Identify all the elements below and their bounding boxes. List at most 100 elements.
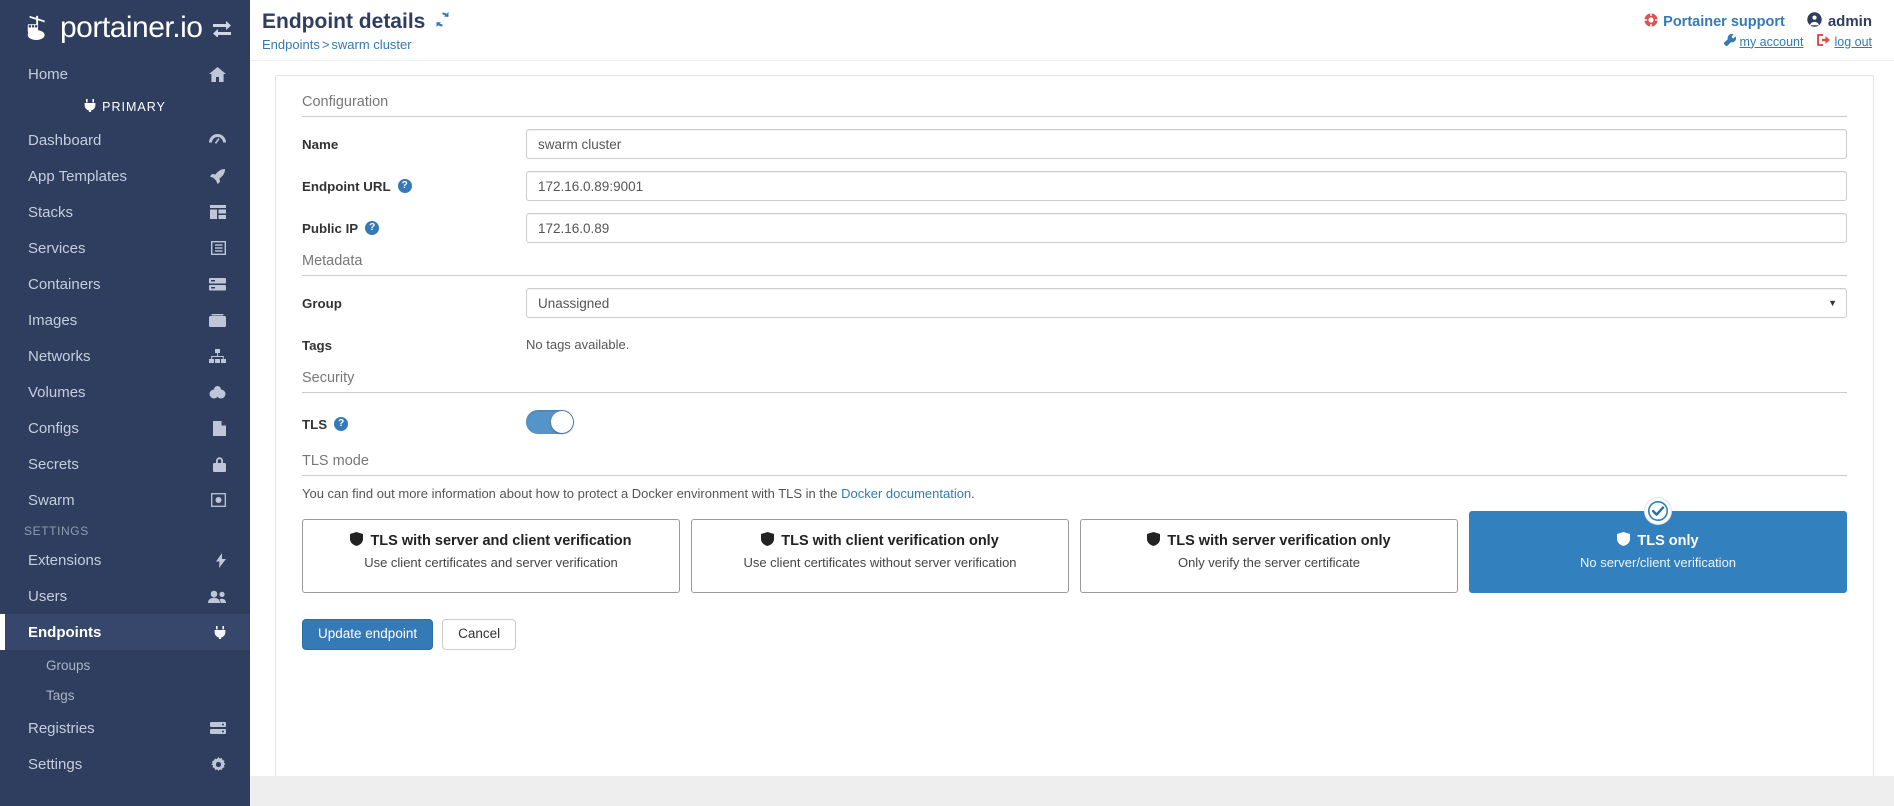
sidebar-item-containers[interactable]: Containers	[0, 266, 250, 302]
sidebar-item-tags[interactable]: Tags	[0, 680, 250, 710]
tls-toggle[interactable]	[526, 409, 574, 434]
footer-strip	[250, 776, 1894, 806]
tls-mode-options: TLS with server and client verification …	[302, 498, 1847, 594]
header-bottom-links: my account log out	[1644, 33, 1872, 49]
group-select[interactable]: Unassigned	[526, 288, 1847, 319]
field-public-ip: Public IP ?	[302, 211, 1847, 245]
sidebar-item-label: Images	[28, 311, 78, 329]
sidebar-item-groups[interactable]: Groups	[0, 650, 250, 680]
public-ip-label: Public IP ?	[302, 221, 526, 236]
tls-option-server-only[interactable]: TLS with server verification only Only v…	[1080, 519, 1458, 594]
containers-icon	[204, 277, 226, 291]
sidebar-item-images[interactable]: Images	[0, 302, 250, 338]
tls-label-text: TLS	[302, 416, 328, 432]
sidebar-item-label: Swarm	[28, 491, 75, 509]
name-input[interactable]	[526, 129, 1847, 160]
tls-control	[526, 409, 1847, 439]
sidebar-item-label: Configs	[28, 419, 79, 437]
check-circle-icon	[1645, 498, 1671, 525]
endpoint-url-control	[526, 171, 1847, 202]
sidebar-item-label: Tags	[46, 687, 75, 703]
configuration-heading: Configuration	[302, 94, 1847, 118]
sidebar-item-volumes[interactable]: Volumes	[0, 374, 250, 410]
sidebar-item-endpoints[interactable]: Endpoints	[0, 614, 250, 650]
logout-icon	[1817, 34, 1831, 49]
services-icon	[204, 241, 226, 255]
sidebar-item-stacks[interactable]: Stacks	[0, 194, 250, 230]
lifebuoy-icon	[1644, 12, 1659, 31]
shield-icon	[1147, 532, 1161, 550]
sidebar-item-app-templates[interactable]: App Templates	[0, 158, 250, 194]
endpoint-url-input[interactable]	[526, 171, 1847, 202]
help-icon[interactable]: ?	[334, 417, 349, 432]
tls-option-tls-only[interactable]: TLS only No server/client verification	[1469, 498, 1847, 594]
cancel-button[interactable]: Cancel	[442, 619, 517, 650]
field-tls: TLS ?	[302, 403, 1847, 445]
endpoint-url-label-text: Endpoint URL	[302, 178, 391, 194]
tls-option-subtitle: Use client certificates and server verif…	[364, 555, 618, 571]
tls-option-title-row: TLS with client verification only	[700, 532, 1060, 550]
swarm-icon	[204, 493, 226, 507]
breadcrumb-endpoints[interactable]: Endpoints	[262, 37, 320, 52]
tls-option-title: TLS with server and client verification	[370, 533, 632, 550]
sidebar-item-label: Users	[28, 587, 68, 605]
sidebar: portainer.io Home PRIMARY Dashboard App …	[0, 0, 250, 806]
group-label: Group	[302, 296, 526, 311]
sidebar-item-home[interactable]: Home	[0, 56, 250, 92]
field-endpoint-url: Endpoint URL ?	[302, 169, 1847, 203]
refresh-icon[interactable]	[434, 10, 451, 33]
sidebar-item-extensions[interactable]: Extensions	[0, 542, 250, 578]
logout-label: log out	[1834, 34, 1872, 49]
networks-icon	[204, 349, 226, 363]
sidebar-item-label: Home	[28, 65, 69, 83]
gear-icon	[204, 756, 226, 772]
plug-icon	[84, 99, 96, 115]
public-ip-input[interactable]	[526, 213, 1847, 244]
sidebar-item-services[interactable]: Services	[0, 230, 250, 266]
page-header-right: Portainer support admin my account log o…	[1644, 10, 1872, 49]
portainer-support-label: Portainer support	[1663, 13, 1785, 30]
sidebar-item-configs[interactable]: Configs	[0, 410, 250, 446]
my-account-label: my account	[1739, 34, 1804, 49]
sidebar-item-label: Registries	[28, 719, 95, 737]
help-icon[interactable]: ?	[397, 179, 412, 194]
tls-option-subtitle: No server/client verification	[1579, 555, 1737, 571]
group-label-text: Group	[302, 295, 342, 311]
endpoint-url-label: Endpoint URL ?	[302, 179, 526, 194]
breadcrumb-separator: >	[321, 37, 330, 53]
shield-icon	[350, 532, 364, 550]
sidebar-item-secrets[interactable]: Secrets	[0, 446, 250, 482]
sidebar-item-networks[interactable]: Networks	[0, 338, 250, 374]
help-icon[interactable]: ?	[365, 221, 380, 236]
tls-option-server-and-client[interactable]: TLS with server and client verification …	[302, 519, 680, 594]
update-endpoint-button[interactable]: Update endpoint	[302, 619, 434, 650]
sidebar-item-label: Stacks	[28, 203, 74, 221]
sidebar-item-users[interactable]: Users	[0, 578, 250, 614]
field-group: Group Unassigned ▼	[302, 286, 1847, 320]
portainer-support-link[interactable]: Portainer support	[1644, 12, 1785, 31]
sidebar-item-registries[interactable]: Registries	[0, 710, 250, 746]
primary-label: PRIMARY	[102, 100, 166, 114]
form-actions: Update endpoint Cancel	[302, 619, 1847, 650]
logout-link[interactable]: log out	[1817, 34, 1872, 49]
tls-option-client-only[interactable]: TLS with client verification only Use cl…	[691, 519, 1069, 594]
sidebar-item-label: Settings	[28, 755, 83, 773]
wrench-icon	[1723, 33, 1736, 49]
sidebar-item-settings[interactable]: Settings	[0, 746, 250, 782]
my-account-link[interactable]: my account	[1723, 33, 1804, 49]
menu-toggle-icon[interactable]	[212, 19, 232, 37]
user-menu[interactable]: admin	[1807, 12, 1872, 31]
tags-control: No tags available.	[526, 336, 1847, 354]
docker-documentation-link[interactable]: Docker documentation	[841, 486, 971, 501]
tls-option-title: TLS with client verification only	[781, 533, 999, 550]
tls-option-title: TLS only	[1637, 533, 1699, 550]
secrets-icon	[204, 456, 226, 472]
sidebar-item-label: Dashboard	[28, 131, 102, 149]
tls-toggle-knob	[551, 410, 573, 433]
tags-label: Tags	[302, 338, 526, 353]
stacks-icon	[204, 205, 226, 219]
registries-icon	[204, 721, 226, 735]
sidebar-item-dashboard[interactable]: Dashboard	[0, 122, 250, 158]
sidebar-item-swarm[interactable]: Swarm	[0, 482, 250, 518]
shield-icon	[761, 532, 775, 550]
